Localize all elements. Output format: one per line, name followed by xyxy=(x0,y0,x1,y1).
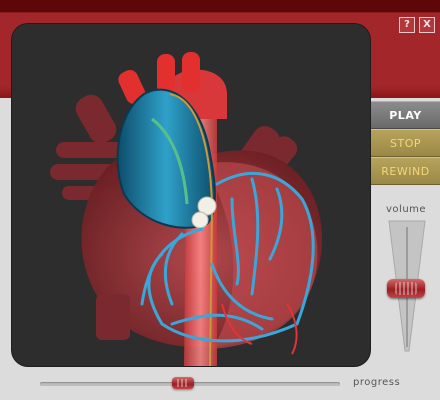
heart-illustration xyxy=(50,52,322,366)
title-bar-stripe xyxy=(0,0,440,12)
rewind-button[interactable]: REWIND xyxy=(371,157,440,185)
animation-stage xyxy=(12,24,370,366)
progress-slider-thumb[interactable] xyxy=(172,377,194,389)
play-button[interactable]: PLAY xyxy=(371,101,440,129)
stop-button[interactable]: STOP xyxy=(371,129,440,157)
volume-label: volume xyxy=(386,204,427,215)
volume-slider-thumb[interactable] xyxy=(387,279,425,298)
progress-label: progress xyxy=(353,377,401,388)
close-icon[interactable]: X xyxy=(419,17,435,33)
help-icon[interactable]: ? xyxy=(399,17,415,33)
